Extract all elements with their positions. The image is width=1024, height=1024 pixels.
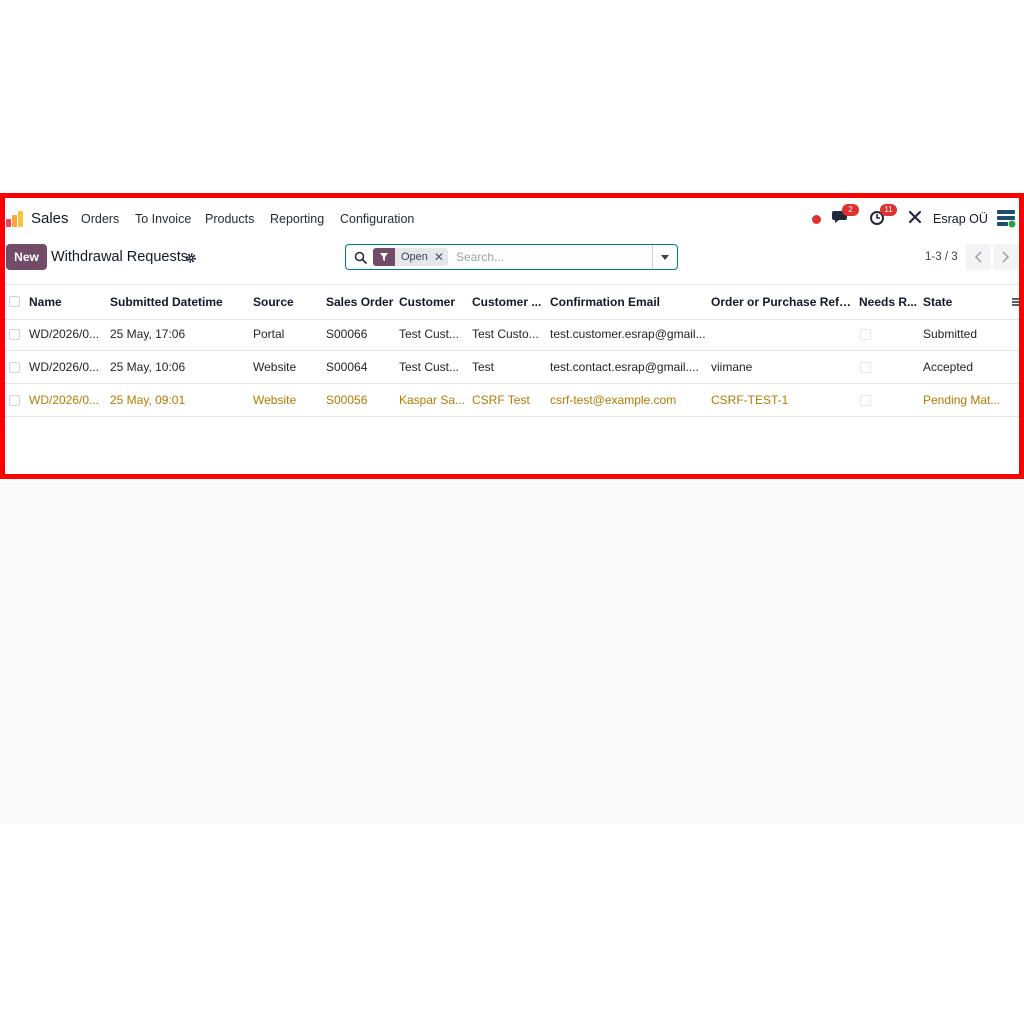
pager-value[interactable]: 1-3 / 3 — [925, 251, 958, 263]
column-state[interactable]: State — [923, 295, 1003, 309]
row-select-checkbox[interactable] — [9, 329, 20, 340]
messages-badge: 2 — [842, 204, 859, 216]
search-facet-open: Open ✕ — [373, 248, 448, 266]
needs-review-checkbox — [860, 362, 871, 373]
cell-name: WD/2026/0... — [29, 360, 100, 374]
cell-sales-order: S00064 — [326, 360, 368, 374]
cell-sales-order: S00056 — [326, 393, 368, 407]
search-input[interactable] — [456, 249, 646, 265]
column-name[interactable]: Name — [29, 295, 104, 309]
column-confirmation-email[interactable]: Confirmation Email — [550, 295, 706, 309]
chevron-right-icon — [1002, 251, 1010, 263]
column-sales-order[interactable]: Sales Order — [326, 295, 396, 309]
remove-facet-icon[interactable]: ✕ — [433, 248, 448, 266]
cell-confirmation-email: csrf-test@example.com — [550, 393, 677, 407]
cell-order-reference: viimane — [711, 360, 753, 374]
cell-customer-contact: CSRF Test — [472, 393, 530, 407]
cell-submitted-datetime: 25 May, 10:06 — [110, 360, 186, 374]
table-header: Name Submitted Datetime Source Sales Ord… — [0, 284, 1024, 320]
page-title: Withdrawal Requests — [51, 249, 188, 265]
cell-name: WD/2026/0... — [29, 393, 100, 407]
column-customer[interactable]: Customer — [399, 295, 469, 309]
company-switcher[interactable]: Esrap OÜ — [933, 212, 988, 226]
cell-state: Submitted — [923, 327, 978, 341]
row-select-checkbox[interactable] — [9, 362, 20, 373]
menu-reporting[interactable]: Reporting — [270, 212, 324, 226]
debug-tools-button[interactable] — [907, 209, 927, 227]
activities-button[interactable]: 11 — [869, 204, 897, 227]
cell-customer: Test Cust... — [399, 360, 460, 374]
messages-button[interactable]: 2 — [832, 204, 859, 227]
top-navbar: Sales Orders To Invoice Products Reporti… — [0, 196, 1024, 240]
menu-to-invoice[interactable]: To Invoice — [135, 212, 191, 226]
cell-customer-contact: Test — [472, 360, 495, 374]
new-button[interactable]: New — [6, 244, 47, 270]
select-all-checkbox[interactable] — [9, 296, 20, 307]
column-source[interactable]: Source — [253, 295, 321, 309]
search-options-toggle[interactable] — [652, 245, 677, 269]
column-needs-review[interactable]: Needs R... — [859, 295, 919, 309]
search-bar: Open ✕ — [345, 244, 678, 270]
sales-app-logo-icon[interactable] — [6, 211, 24, 227]
pager-previous-button[interactable] — [966, 244, 991, 270]
recording-indicator-icon[interactable] — [812, 215, 821, 224]
column-submitted-datetime[interactable]: Submitted Datetime — [110, 295, 248, 309]
table-row[interactable]: WD/2026/0... 25 May, 09:01 Website S00056 Ka… — [0, 384, 1024, 417]
cell-source: Website — [253, 393, 297, 407]
user-avatar[interactable] — [996, 208, 1016, 228]
tools-icon — [908, 210, 922, 224]
chevron-left-icon — [974, 251, 982, 263]
cell-name: WD/2026/0... — [29, 327, 100, 341]
cell-confirmation-email: test.contact.esrap@gmail.... — [550, 360, 699, 374]
facet-label: Open — [395, 248, 434, 266]
menu-orders[interactable]: Orders — [81, 212, 119, 226]
cell-customer: Test Cust... — [399, 327, 460, 341]
needs-review-checkbox — [860, 395, 871, 406]
cell-state: Accepted — [923, 360, 974, 374]
cell-customer-contact: Test Custo... — [472, 327, 539, 341]
cell-state: Pending Mat... — [923, 393, 1001, 407]
table-row[interactable]: WD/2026/0... 25 May, 17:06 Portal S00066 Tes… — [0, 318, 1024, 351]
cell-source: Portal — [253, 327, 285, 341]
column-customer-contact[interactable]: Customer ... — [472, 295, 546, 309]
table-row[interactable]: WD/2026/0... 25 May, 10:06 Website S00064 Te… — [0, 351, 1024, 384]
needs-review-checkbox — [860, 329, 871, 340]
cell-source: Website — [253, 360, 297, 374]
menu-products[interactable]: Products — [205, 212, 254, 226]
cell-sales-order: S00066 — [326, 327, 368, 341]
menu-configuration[interactable]: Configuration — [340, 212, 414, 226]
cell-confirmation-email: test.customer.esrap@gmail... — [550, 327, 706, 341]
column-order-reference[interactable]: Order or Purchase Refer... — [711, 295, 855, 309]
cell-customer: Kaspar Sa... — [399, 393, 466, 407]
sales-app-window: Sales Orders To Invoice Products Reporti… — [0, 196, 1024, 476]
optional-columns-icon[interactable] — [1010, 296, 1022, 308]
search-icon — [354, 251, 367, 264]
row-select-checkbox[interactable] — [9, 395, 20, 406]
cell-submitted-datetime: 25 May, 17:06 — [110, 327, 186, 341]
avatar-icon — [997, 210, 1016, 228]
cell-order-reference: CSRF-TEST-1 — [711, 393, 789, 407]
filter-icon — [373, 248, 395, 266]
cell-submitted-datetime: 25 May, 09:01 — [110, 393, 186, 407]
app-name[interactable]: Sales — [31, 210, 69, 227]
gear-icon[interactable] — [185, 252, 197, 264]
pager-next-button[interactable] — [993, 244, 1018, 270]
activities-badge: 11 — [880, 204, 897, 216]
